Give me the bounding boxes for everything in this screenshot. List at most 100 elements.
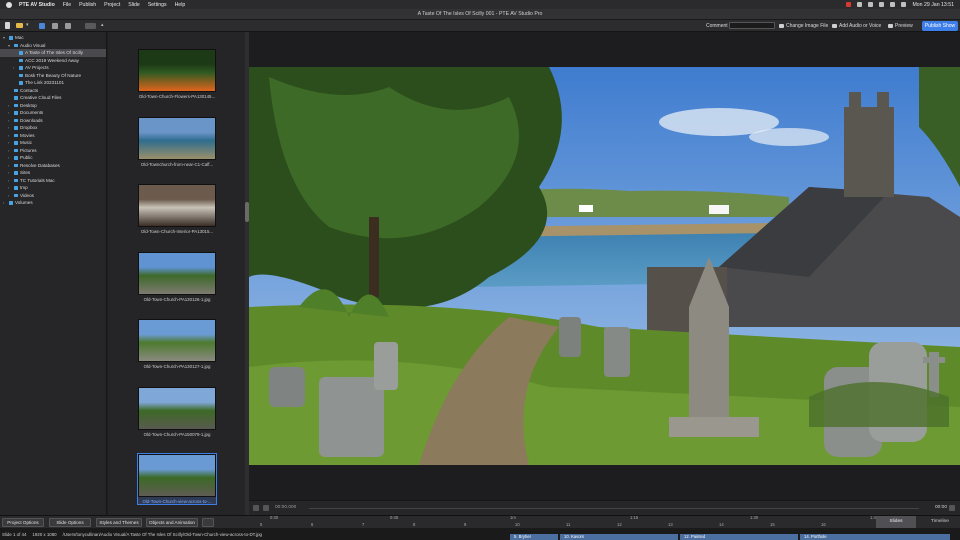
apple-menu-icon[interactable]: [6, 1, 12, 8]
menu-slide[interactable]: Slide: [128, 2, 140, 8]
thumbnail-panel: Old-Town-Church-Flowers-PA130145... Old-T…: [108, 32, 249, 515]
project-options-button[interactable]: Project Options: [2, 518, 44, 527]
tree-item[interactable]: Contacts: [0, 87, 106, 95]
undo-icon[interactable]: [52, 23, 58, 29]
disclosure-icon[interactable]: ▾: [8, 42, 12, 50]
tree-item[interactable]: › Dropbox: [0, 124, 106, 132]
thumbnail-caption: Old-Townchurch-from-near-C1-Caff...: [140, 161, 214, 167]
comment-dropdown[interactable]: [729, 22, 775, 29]
folder-icon: [14, 43, 18, 47]
image-dimensions: 1920 x 1080: [32, 531, 57, 537]
disclosure-icon[interactable]: ›: [8, 139, 12, 147]
view-dropdown[interactable]: [85, 23, 96, 29]
app-menu[interactable]: PTE AV Studio: [19, 2, 55, 8]
thumbnail-image: [138, 49, 216, 92]
folder-icon: [19, 58, 23, 62]
tree-item[interactable]: › Documents: [0, 109, 106, 117]
tree-item[interactable]: ▾ Audio Visual: [0, 42, 106, 50]
disclosure-icon[interactable]: ›: [13, 64, 17, 72]
menubar-clock[interactable]: Mon 29 Jan 13:51: [912, 2, 954, 8]
status-app-icon[interactable]: [846, 2, 852, 7]
rewind-icon[interactable]: [253, 505, 259, 511]
disclosure-icon[interactable]: ›: [8, 192, 12, 200]
objects-animation-button[interactable]: Objects and Animation: [146, 518, 198, 527]
styles-themes-button[interactable]: Styles and Themes: [96, 518, 142, 527]
chevron-down-icon[interactable]: ▾: [26, 23, 30, 28]
disclosure-icon[interactable]: ›: [8, 147, 12, 155]
disclosure-icon[interactable]: ›: [8, 117, 12, 125]
disclosure-icon[interactable]: ›: [8, 132, 12, 140]
disclosure-icon[interactable]: ›: [8, 169, 12, 177]
disclosure-icon[interactable]: ›: [8, 162, 12, 170]
tree-item[interactable]: › Resolve Databases: [0, 162, 106, 170]
folder-icon: [14, 96, 18, 100]
thumbnail-image: [138, 386, 216, 430]
tree-item[interactable]: › Music: [0, 139, 106, 147]
open-folder-icon[interactable]: [16, 23, 23, 28]
menu-settings[interactable]: Settings: [148, 2, 167, 8]
new-project-icon[interactable]: [5, 22, 10, 29]
slide-list-icon[interactable]: [202, 518, 214, 527]
menu-project[interactable]: Project: [104, 2, 120, 8]
tree-item[interactable]: › AV Projects: [0, 64, 106, 72]
tree-item[interactable]: › tmp: [0, 184, 106, 192]
tree-item[interactable]: The Link 20231101: [0, 79, 106, 87]
playback-scrubber[interactable]: [309, 508, 919, 509]
disclosure-icon[interactable]: ›: [8, 177, 12, 185]
thumbnail-item[interactable]: Old-Townchurch-from-near-C1-Caff...: [138, 116, 216, 167]
tree-item-label: Resolve Databases: [20, 162, 60, 168]
redo-icon[interactable]: [65, 23, 71, 29]
disclosure-icon[interactable]: ›: [3, 199, 7, 207]
add-audio-button[interactable]: Add Audio or Voice: [832, 23, 881, 29]
tree-item[interactable]: ▾ Mac: [0, 34, 106, 42]
preview-button[interactable]: Preview: [888, 23, 913, 29]
tree-item[interactable]: Creative Cloud Files: [0, 94, 106, 102]
status-bluetooth-icon[interactable]: [868, 2, 874, 7]
thumbnail-item[interactable]: Old-Town-Church-PA130126-1.jpg: [138, 251, 216, 302]
disclosure-icon[interactable]: ▾: [3, 34, 7, 42]
fullscreen-icon[interactable]: [949, 505, 955, 511]
change-image-button[interactable]: Change Image File: [779, 23, 828, 29]
menu-file[interactable]: File: [63, 2, 71, 8]
tree-item[interactable]: › TC Tutorials Mac: [0, 177, 106, 185]
tree-item[interactable]: › Downloads: [0, 117, 106, 125]
slide-preview[interactable]: [249, 32, 960, 500]
tree-item[interactable]: › Volumes: [0, 199, 106, 207]
disclosure-icon[interactable]: ›: [8, 154, 12, 162]
thumbnail-item[interactable]: Old-Town-Church-Interior-PA13015...: [138, 184, 216, 234]
disclosure-icon[interactable]: ›: [8, 102, 12, 110]
slide-options-button[interactable]: Slide Options: [49, 518, 91, 527]
folder-icon: [19, 73, 23, 77]
thumbnail-item[interactable]: Old-Town-Church-view-across-to-...: [137, 453, 217, 505]
status-control-center-icon[interactable]: [901, 2, 907, 7]
publish-show-button[interactable]: Publish Show: [922, 21, 958, 31]
status-search-icon[interactable]: [890, 2, 896, 7]
tree-item[interactable]: › Videos: [0, 192, 106, 200]
status-wifi-icon[interactable]: [879, 2, 885, 7]
tab-timeline[interactable]: Timeline: [920, 516, 960, 528]
menu-help[interactable]: Help: [175, 2, 186, 8]
tree-item[interactable]: › Desktop: [0, 102, 106, 110]
tree-item[interactable]: › Sites: [0, 169, 106, 177]
thumbnail-item[interactable]: Old-Town-Church-PA130127-1.jpg: [138, 319, 216, 369]
disclosure-icon[interactable]: ›: [8, 184, 12, 192]
disclosure-icon[interactable]: ›: [8, 109, 12, 117]
tree-item[interactable]: › Movies: [0, 132, 106, 140]
preview-image: [249, 67, 960, 465]
status-display-icon[interactable]: [857, 2, 863, 7]
folder-icon: [14, 118, 18, 122]
tree-item[interactable]: Bosk The Beauty Of Nature: [0, 72, 106, 80]
save-icon[interactable]: [39, 23, 45, 29]
thumbnail-item[interactable]: Old-Town-Church-Flowers-PA130145...: [138, 49, 216, 99]
play-icon[interactable]: [263, 505, 269, 511]
tree-item[interactable]: A Taste of The Isles Of Scilly: [0, 49, 106, 57]
thumbnail-item[interactable]: Old-Town-Church-PA150079-1.jpg: [138, 386, 216, 437]
tree-item[interactable]: ACC 2019 Weekend Away: [0, 57, 106, 65]
thumbnail-image: [138, 184, 216, 227]
sort-icon[interactable]: ▴: [101, 23, 105, 28]
tab-slides[interactable]: Slides: [876, 516, 916, 528]
tree-item[interactable]: › Public: [0, 154, 106, 162]
disclosure-icon[interactable]: ›: [8, 124, 12, 132]
tree-item[interactable]: › Pictures: [0, 147, 106, 155]
menu-publish[interactable]: Publish: [79, 2, 96, 8]
